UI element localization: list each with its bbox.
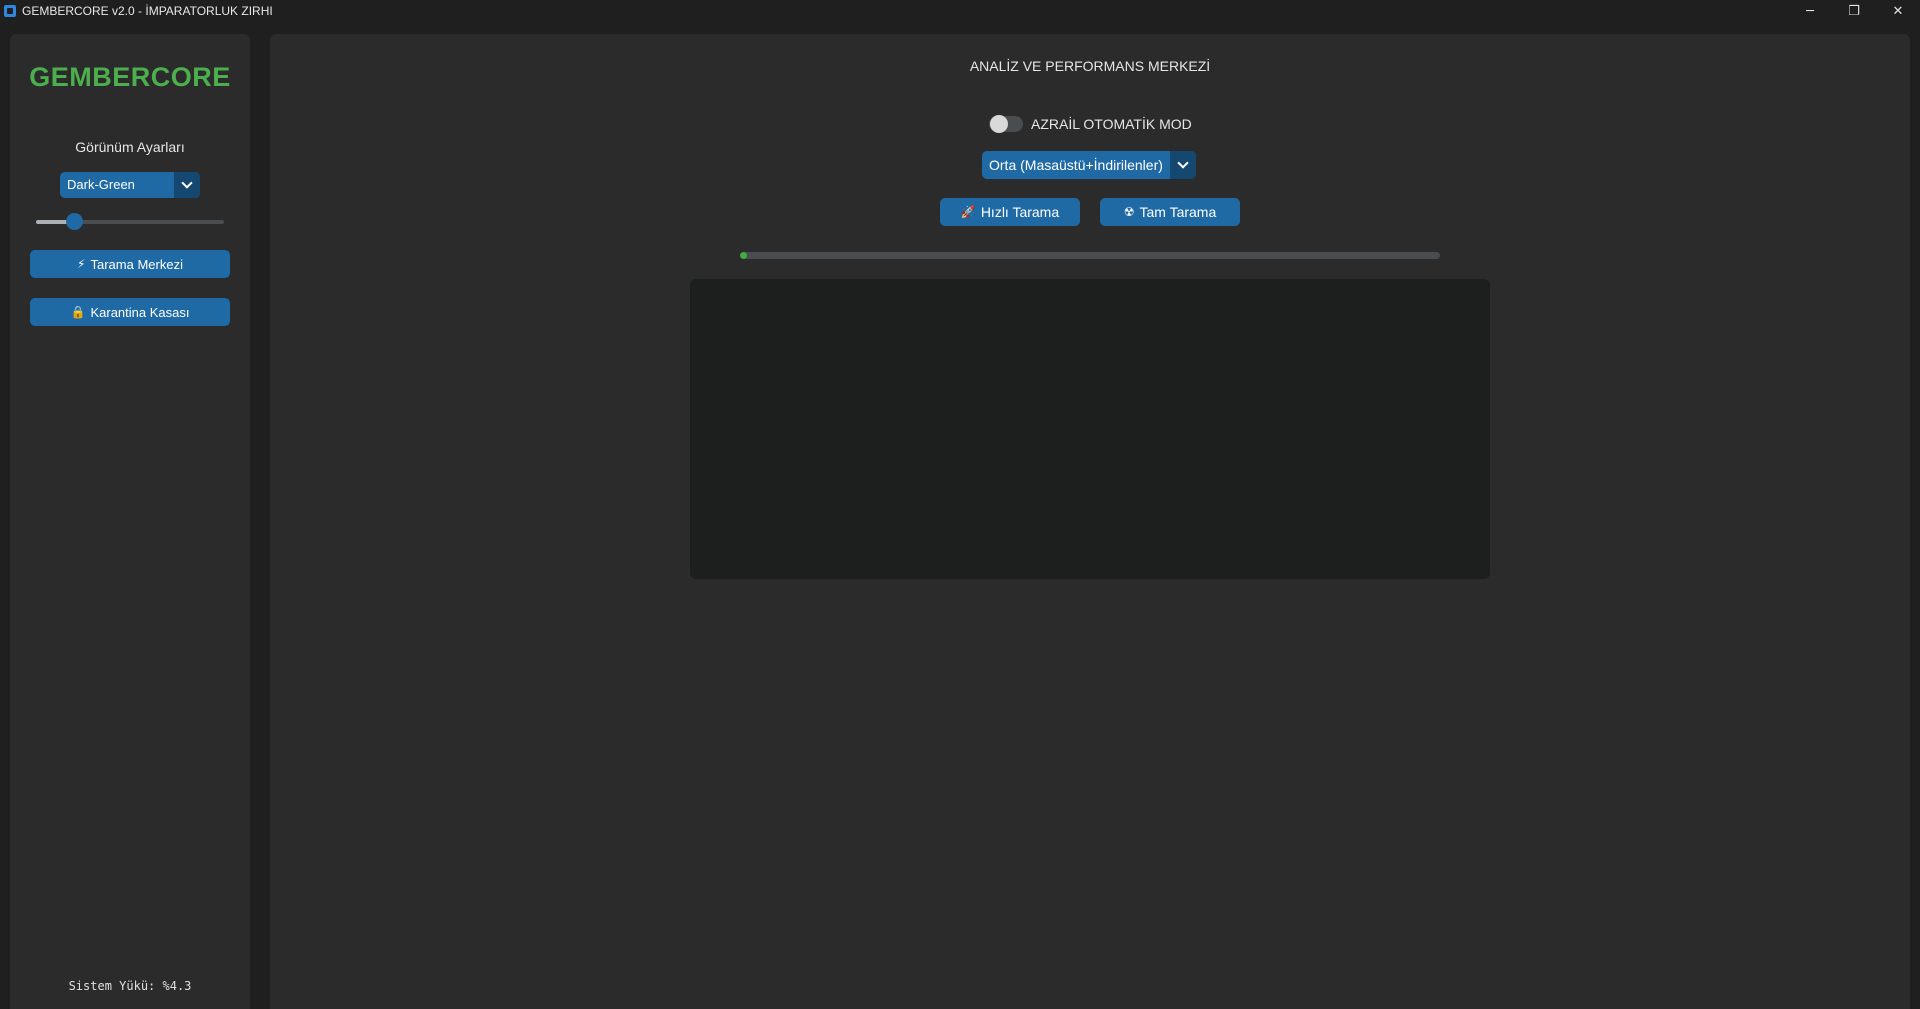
page-title: ANALİZ VE PERFORMANS MERKEZİ: [969, 58, 1211, 74]
scan-depth-value: Orta (Masaüstü+İndirilenler): [989, 157, 1163, 173]
quick-scan-button[interactable]: 🚀 Hızlı Tarama: [940, 198, 1080, 226]
auto-mode-row: AZRAİL OTOMATİK MOD: [989, 114, 1192, 134]
window-title: GEMBERCORE v2.0 - İMPARATORLUK ZIRHI: [22, 4, 273, 18]
chevron-down-icon: [181, 177, 193, 189]
theme-select-value: Dark-Green: [67, 177, 135, 192]
theme-select[interactable]: Dark-Green: [60, 172, 200, 198]
theme-select-dropdown-button[interactable]: [174, 172, 200, 198]
scale-slider[interactable]: [36, 213, 224, 230]
main-panel: ANALİZ VE PERFORMANS MERKEZİ AZRAİL OTOM…: [270, 34, 1910, 1009]
quarantine-vault-button[interactable]: 🔒 Karantina Kasası: [30, 298, 230, 326]
appearance-settings-label: Görünüm Ayarları: [75, 139, 185, 155]
auto-mode-label: AZRAİL OTOMATİK MOD: [1031, 116, 1192, 132]
toggle-knob: [990, 115, 1008, 133]
quarantine-vault-label: Karantina Kasası: [90, 304, 190, 320]
auto-mode-toggle[interactable]: [989, 115, 1023, 133]
app-icon: [4, 5, 16, 17]
scan-log-textbox[interactable]: [690, 279, 1490, 579]
slider-handle[interactable]: [65, 213, 83, 230]
scan-progress-bar: [740, 252, 1440, 259]
scan-center-label: Tarama Merkezi: [90, 256, 183, 272]
system-load-status: Sistem Yükü: %4.3: [68, 979, 192, 993]
lock-icon: 🔒: [70, 305, 86, 319]
full-scan-label: Tam Tarama: [1139, 204, 1217, 220]
lightning-icon: ⚡: [77, 257, 86, 271]
sidebar: GEMBERCORE Görünüm Ayarları Dark-Green ⚡…: [10, 34, 250, 1009]
window-controls: ─ ❐ ✕: [1788, 0, 1920, 22]
chevron-down-icon: [1177, 157, 1189, 169]
full-scan-button[interactable]: ☢ Tam Tarama: [1100, 198, 1240, 226]
title-bar: GEMBERCORE v2.0 - İMPARATORLUK ZIRHI ─ ❐…: [0, 0, 1920, 22]
quick-scan-label: Hızlı Tarama: [980, 204, 1060, 220]
brand-logo-text: GEMBERCORE: [29, 62, 231, 92]
scan-center-button[interactable]: ⚡ Tarama Merkezi: [30, 250, 230, 278]
scan-depth-dropdown-button[interactable]: [1170, 151, 1196, 179]
scan-depth-select[interactable]: Orta (Masaüstü+İndirilenler): [982, 151, 1196, 179]
restore-button[interactable]: ❐: [1832, 0, 1876, 22]
close-button[interactable]: ✕: [1876, 0, 1920, 22]
radiation-icon: ☢: [1123, 205, 1135, 219]
progress-fill: [740, 252, 747, 259]
minimize-button[interactable]: ─: [1788, 0, 1832, 22]
rocket-icon: 🚀: [960, 205, 976, 219]
